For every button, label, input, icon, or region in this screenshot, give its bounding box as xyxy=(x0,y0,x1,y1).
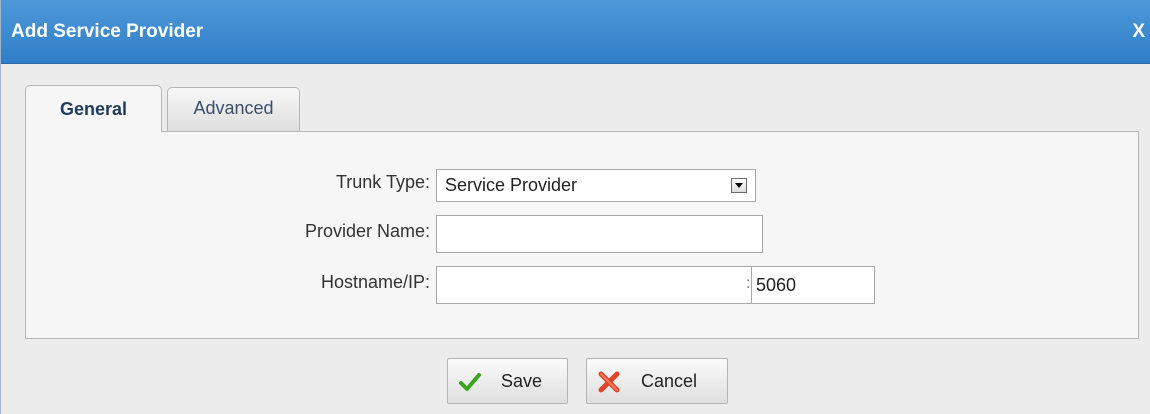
trunk-type-label: Trunk Type: xyxy=(335,172,430,192)
close-button[interactable]: X xyxy=(1132,20,1145,44)
add-service-provider-dialog: Add Service Provider X General Advanced … xyxy=(0,0,1150,414)
dialog-titlebar: Add Service Provider X xyxy=(1,0,1150,64)
hostname-label: Hostname/IP: xyxy=(320,272,430,292)
save-button[interactable]: Save xyxy=(447,358,568,404)
chevron-down-icon[interactable] xyxy=(731,178,747,193)
dialog-title: Add Service Provider xyxy=(11,21,204,42)
provider-name-input[interactable] xyxy=(436,215,763,253)
check-icon xyxy=(459,373,481,391)
x-icon xyxy=(598,371,620,393)
port-separator: : xyxy=(746,275,751,292)
port-input[interactable] xyxy=(751,266,875,304)
trunk-type-selected-value: Service Provider xyxy=(445,175,578,195)
save-button-label: Save xyxy=(501,371,543,391)
tab-general[interactable]: General xyxy=(25,85,162,132)
general-panel: Trunk Type: Service Provider Provider Na… xyxy=(25,131,1139,339)
cancel-button-label: Cancel xyxy=(641,371,698,391)
hostname-input[interactable] xyxy=(436,266,764,304)
provider-name-label: Provider Name: xyxy=(304,221,430,241)
tab-advanced[interactable]: Advanced xyxy=(167,87,300,131)
button-bar: Save Cancel xyxy=(1,358,1150,406)
trunk-type-select[interactable]: Service Provider xyxy=(436,169,756,202)
cancel-button[interactable]: Cancel xyxy=(586,358,728,404)
